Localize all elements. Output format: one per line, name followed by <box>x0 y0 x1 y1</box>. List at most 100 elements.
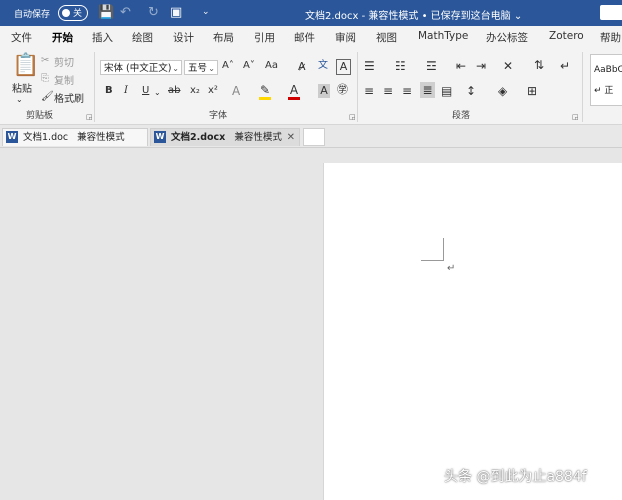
template-icon[interactable]: ▣ <box>170 5 182 20</box>
undo-icon[interactable]: ↶ <box>120 5 131 20</box>
clipboard-group-label: 剪贴板 <box>26 111 54 121</box>
multilevel-list-icon[interactable]: ☲ <box>426 59 437 73</box>
increase-indent-icon[interactable]: ⇥ <box>476 59 486 73</box>
text-effects-icon[interactable]: A <box>232 84 240 98</box>
tab-view[interactable]: 视图 <box>376 30 397 45</box>
bullets-icon[interactable]: ☰ <box>364 59 375 73</box>
doc-tab-2[interactable]: W 文档2.docx 兼容性模式 ✕ <box>150 128 300 146</box>
align-center-icon[interactable]: ≡ <box>383 84 393 98</box>
save-icon[interactable]: 💾 <box>98 5 114 20</box>
tab-review[interactable]: 审阅 <box>335 30 356 45</box>
decrease-indent-icon[interactable]: ⇤ <box>456 59 466 73</box>
paste-icon[interactable]: 📋 <box>12 54 39 78</box>
shading-icon[interactable]: ◈ <box>498 84 507 98</box>
cut-icon[interactable]: ✂ <box>41 54 49 68</box>
change-case-button[interactable]: Aa <box>265 60 278 71</box>
toggle-knob <box>62 9 70 17</box>
ribbon-tabs: 文件 开始 插入 绘图 设计 布局 引用 邮件 审阅 视图 MathType 办… <box>0 26 622 49</box>
tab-mailings[interactable]: 邮件 <box>294 30 315 45</box>
group-separator <box>357 52 358 122</box>
close-icon[interactable]: ✕ <box>287 129 295 146</box>
paste-dropdown-icon[interactable]: ⌄ <box>16 93 23 107</box>
enclose-char-icon[interactable]: ㊫ <box>337 83 348 97</box>
tab-file[interactable]: 文件 <box>11 30 32 45</box>
tab-insert[interactable]: 插入 <box>92 30 113 45</box>
font-name-combo[interactable]: 宋体 (中文正文) ⌄ <box>100 60 182 75</box>
copy-icon[interactable]: ⎘ <box>41 72 49 86</box>
font-color-icon[interactable]: A <box>288 83 300 100</box>
style-normal-label: ↵ 正 <box>594 86 614 96</box>
autosave-toggle[interactable]: 关 <box>58 5 88 21</box>
doc-tab-1[interactable]: W 文档1.doc 兼容性模式 <box>2 128 148 146</box>
line-spacing-icon[interactable]: ↕ <box>466 84 476 98</box>
align-right-icon[interactable]: ≡ <box>402 84 412 98</box>
copy-button[interactable]: 复制 <box>54 72 74 87</box>
subscript-button[interactable]: x₂ <box>190 85 200 96</box>
distribute-icon[interactable]: ▤ <box>441 84 452 98</box>
tab-mathtype[interactable]: MathType <box>418 30 468 42</box>
chevron-down-icon: ⌄ <box>208 64 215 73</box>
paragraph-launcher-icon[interactable]: ◲ <box>572 113 579 121</box>
align-left-icon[interactable]: ≡ <box>364 84 374 98</box>
word-doc-icon: W <box>154 131 166 143</box>
document-title: 文档2.docx - 兼容性模式 • 已保存到这台电脑 ⌄ <box>305 11 523 22</box>
grow-font-button[interactable]: A˄ <box>222 60 234 71</box>
tab-design[interactable]: 设计 <box>173 30 194 45</box>
font-name-value: 宋体 (中文正文) <box>104 63 172 74</box>
superscript-button[interactable]: x² <box>208 85 218 96</box>
sort-icon[interactable]: ⇅ <box>534 58 544 72</box>
new-tab-button[interactable] <box>303 128 325 146</box>
font-group-label: 字体 <box>209 111 228 121</box>
paragraph-mark: ↵ <box>447 263 456 274</box>
bold-button[interactable]: B <box>105 85 113 96</box>
style-normal-sample: AaBbC <box>594 65 622 75</box>
highlight-icon[interactable]: ✎ <box>259 83 271 100</box>
cut-button[interactable]: 剪切 <box>54 54 74 69</box>
tab-office-tab[interactable]: 办公标签 <box>486 30 528 45</box>
doc-tab-mode: 兼容性模式 <box>234 132 282 143</box>
clipboard-launcher-icon[interactable]: ◲ <box>86 113 93 121</box>
document-workspace: ↵ <box>0 148 622 500</box>
autosave-label: 自动保存 <box>14 10 51 20</box>
underline-button[interactable]: U <box>142 85 149 96</box>
clear-format-icon[interactable]: A̷ <box>298 60 306 74</box>
justify-icon[interactable]: ≣ <box>420 82 435 98</box>
group-separator <box>582 52 583 122</box>
chevron-down-icon: ⌄ <box>172 64 179 73</box>
doc-tab-name: 文档2.docx <box>171 132 226 143</box>
margin-corner-mark <box>421 238 444 261</box>
italic-button[interactable]: I <box>124 85 128 96</box>
format-painter-icon[interactable]: 🖌 <box>41 90 54 104</box>
group-separator <box>94 52 95 122</box>
shrink-font-button[interactable]: A˅ <box>243 60 255 71</box>
numbering-icon[interactable]: ☷ <box>395 59 406 73</box>
redo-icon[interactable]: ↻ <box>148 5 159 20</box>
char-shading-icon[interactable]: A <box>318 84 330 98</box>
customize-icon[interactable]: ⌄ <box>202 7 210 17</box>
font-size-value: 五号 <box>188 63 208 74</box>
tab-draw[interactable]: 绘图 <box>132 30 153 45</box>
font-size-combo[interactable]: 五号 ⌄ <box>184 60 218 75</box>
show-marks-icon[interactable]: ↵ <box>560 59 570 73</box>
strikethrough-button[interactable]: ab <box>168 85 180 96</box>
styles-gallery[interactable]: AaBbC ↵ 正 <box>590 54 622 106</box>
doc-tab-mode: 兼容性模式 <box>77 132 125 143</box>
underline-dropdown-icon[interactable]: ⌄ <box>154 86 161 100</box>
chinese-layout-icon[interactable]: ✕ <box>503 59 513 73</box>
document-tab-strip: W 文档1.doc 兼容性模式 W 文档2.docx 兼容性模式 ✕ <box>0 125 622 148</box>
tab-zotero[interactable]: Zotero <box>549 30 584 42</box>
font-launcher-icon[interactable]: ◲ <box>349 113 356 121</box>
tab-references[interactable]: 引用 <box>254 30 275 45</box>
word-doc-icon: W <box>6 131 18 143</box>
title-bar: 自动保存 关 💾 ↶ ↻ ▣ ⌄ 文档2.docx - 兼容性模式 • 已保存到… <box>0 0 622 26</box>
tab-layout[interactable]: 布局 <box>213 30 234 45</box>
document-page[interactable]: ↵ <box>323 163 622 500</box>
format-painter-button[interactable]: 格式刷 <box>54 90 84 105</box>
char-border-icon[interactable]: A <box>336 59 351 75</box>
search-box[interactable] <box>600 5 622 20</box>
phonetic-guide-icon[interactable]: 文 <box>318 59 328 73</box>
doc-tab-name: 文档1.doc <box>23 132 69 143</box>
borders-icon[interactable]: ⊞ <box>527 84 537 98</box>
tab-home[interactable]: 开始 <box>52 30 73 49</box>
tab-help[interactable]: 帮助 <box>600 30 621 45</box>
